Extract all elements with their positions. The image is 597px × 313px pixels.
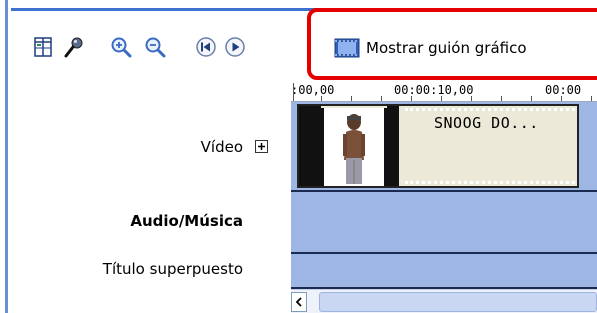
clip-title: SNOOG DO... <box>434 114 539 132</box>
rewind-icon <box>196 37 216 57</box>
timeline-tracks: SNOOG DO... <box>291 102 597 313</box>
zoom-out-icon <box>145 37 166 58</box>
ruler-tick <box>351 96 352 101</box>
zoom-in-icon <box>111 37 132 58</box>
person-thumbnail-image <box>343 114 365 184</box>
ruler-tick <box>441 96 442 101</box>
narrate-button[interactable] <box>61 34 87 60</box>
play-button[interactable] <box>222 34 248 60</box>
microphone-icon <box>64 37 83 58</box>
video-track[interactable]: SNOOG DO... <box>291 102 597 190</box>
title-overlay-track-label: Título superpuesto <box>102 260 243 278</box>
toolbar-top-border <box>11 8 597 11</box>
timeline-icon <box>34 37 52 57</box>
toolbar-separator <box>318 33 319 61</box>
movie-maker-window: Mostrar guión gráfico :00,00 00:00:10,00… <box>0 0 597 313</box>
ruler-label: 00:00 <box>545 83 582 97</box>
expand-video-button[interactable] <box>255 140 268 153</box>
ruler-tick <box>561 96 562 101</box>
timeline-ruler: :00,00 00:00:10,00 00:00 <box>291 82 597 102</box>
ruler-tick <box>321 96 322 101</box>
show-storyboard-button[interactable]: Mostrar guión gráfico <box>334 35 527 61</box>
window-left-border <box>0 0 8 313</box>
ruler-tick <box>381 96 382 101</box>
clip-border-dots <box>405 108 575 111</box>
plus-icon <box>258 143 265 150</box>
timeline-horizontal-scrollbar[interactable] <box>291 289 597 313</box>
storyboard-icon <box>334 38 360 58</box>
chevron-left-icon <box>295 297 302 307</box>
timeline-view-button[interactable] <box>30 34 56 60</box>
rewind-button[interactable] <box>193 34 219 60</box>
track-labels-column: Vídeo Audio/Música Título superpuesto <box>11 102 291 313</box>
video-track-label: Vídeo <box>200 138 243 156</box>
ruler-tick <box>531 96 532 101</box>
audio-music-track[interactable] <box>291 192 597 252</box>
clip-thumbnail <box>321 108 387 186</box>
ruler-tick <box>411 96 412 101</box>
video-clip[interactable]: SNOOG DO... <box>297 104 579 188</box>
title-overlay-track[interactable] <box>291 254 597 287</box>
toolbar-separator <box>181 33 182 61</box>
play-icon <box>225 37 245 57</box>
ruler-tick <box>293 83 294 101</box>
show-storyboard-label: Mostrar guión gráfico <box>366 39 527 57</box>
ruler-tick <box>501 96 502 101</box>
scrollbar-thumb[interactable] <box>319 292 597 312</box>
clip-border-dots <box>405 181 575 184</box>
zoom-out-button[interactable] <box>142 34 168 60</box>
audio-track-label: Audio/Música <box>130 212 243 230</box>
scroll-left-button[interactable] <box>291 292 307 312</box>
ruler-tick <box>591 96 592 101</box>
zoom-in-button[interactable] <box>108 34 134 60</box>
toolbar-separator <box>97 33 98 61</box>
clip-film-strip <box>387 106 399 186</box>
ruler-tick <box>471 96 472 101</box>
ruler-label: :00,00 <box>291 83 335 97</box>
ruler-label: 00:00:10,00 <box>394 83 474 97</box>
clip-film-strip <box>299 106 321 186</box>
